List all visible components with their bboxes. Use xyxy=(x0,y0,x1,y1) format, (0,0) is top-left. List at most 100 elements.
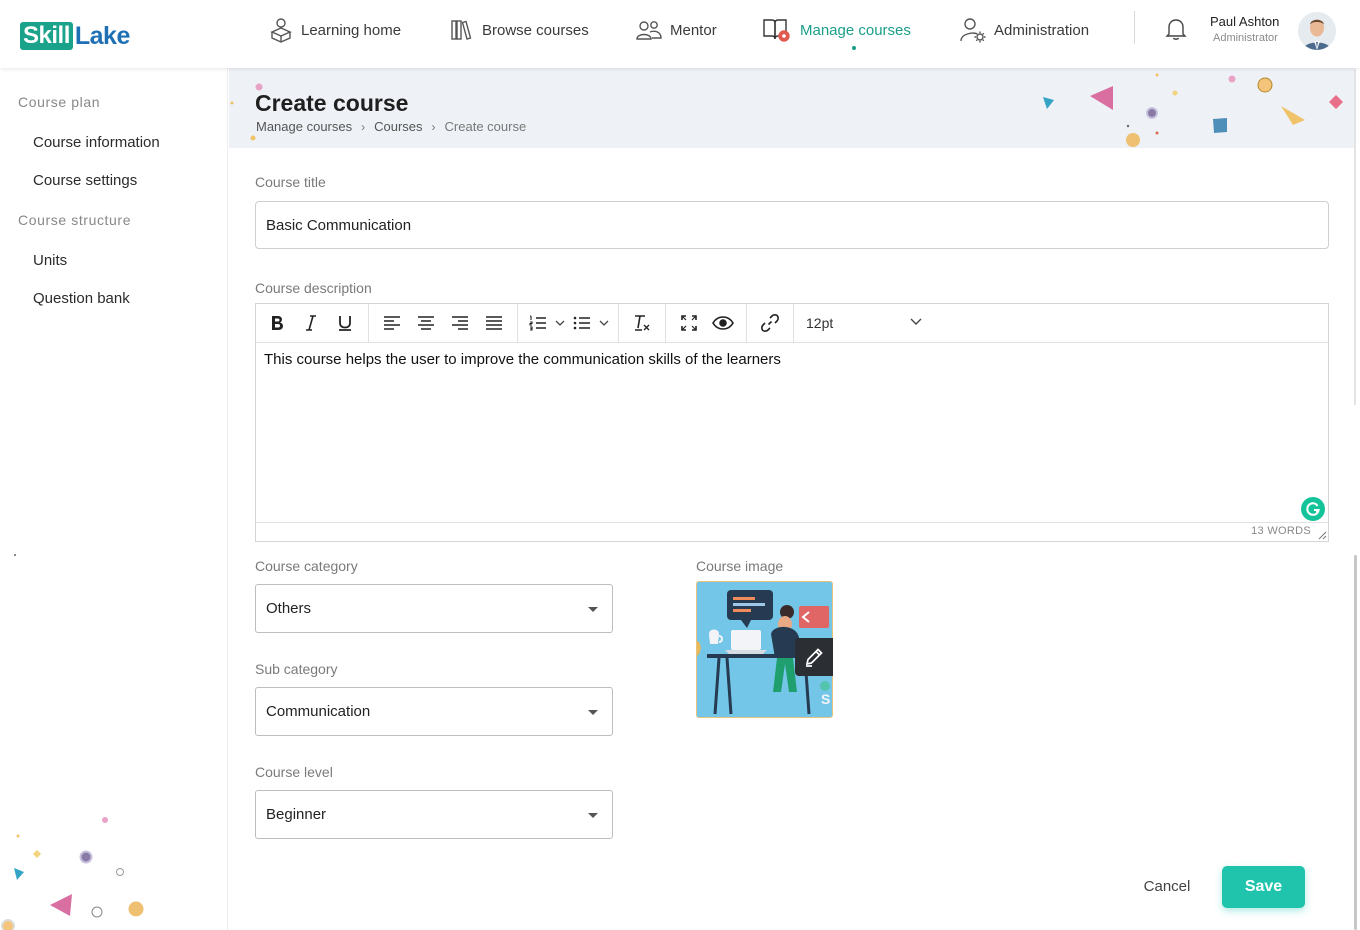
svg-text:S: S xyxy=(821,691,830,707)
caret-down-icon xyxy=(588,710,598,715)
save-button[interactable]: Save xyxy=(1222,866,1305,908)
resize-handle-icon[interactable] xyxy=(1317,530,1327,540)
logo-text-skill: Skill xyxy=(20,22,73,50)
user-role: Administrator xyxy=(1213,32,1278,44)
manage-courses-icon xyxy=(763,19,790,42)
nav-mentor[interactable]: Mentor xyxy=(636,14,717,46)
sidebar-item-question-bank[interactable]: Question bank xyxy=(33,290,130,307)
course-image-label: Course image xyxy=(696,558,784,574)
sub-category-label: Sub category xyxy=(255,661,338,677)
align-right-button[interactable] xyxy=(443,309,477,337)
cancel-button[interactable]: Cancel xyxy=(1131,868,1203,904)
toolbar-group-clear xyxy=(619,303,666,343)
font-size-value: 12pt xyxy=(806,315,834,331)
course-level-label: Course level xyxy=(255,764,333,780)
description-text-area[interactable]: This course helps the user to improve th… xyxy=(264,351,1318,368)
align-justify-icon xyxy=(486,316,502,330)
page-header: Create course Manage courses › Courses ›… xyxy=(229,68,1356,148)
books-icon xyxy=(451,20,472,40)
fullscreen-icon xyxy=(681,315,697,331)
course-title-label: Course title xyxy=(255,174,326,190)
nav-label: Browse courses xyxy=(482,21,589,39)
caret-down-icon xyxy=(588,607,598,612)
word-count: 13 WORDS xyxy=(1251,525,1311,537)
align-right-icon xyxy=(452,316,468,330)
notification-bell-icon[interactable] xyxy=(1165,17,1187,46)
insert-link-button[interactable] xyxy=(753,309,787,337)
sidebar-item-course-information[interactable]: Course information xyxy=(33,134,160,151)
italic-icon xyxy=(306,315,316,331)
align-justify-button[interactable] xyxy=(477,309,511,337)
clear-formatting-button[interactable] xyxy=(625,309,659,337)
sidebar-heading-course-plan: Course plan xyxy=(18,94,101,110)
sub-category-value: Communication xyxy=(266,703,371,720)
sidebar-item-units[interactable]: Units xyxy=(33,252,67,269)
chevron-down-icon xyxy=(910,318,922,325)
logo-text-lake: Lake xyxy=(74,22,130,50)
learning-home-icon xyxy=(270,18,292,43)
nav-label: Mentor xyxy=(670,21,717,39)
user-name[interactable]: Paul Ashton xyxy=(1210,14,1279,29)
underline-icon xyxy=(339,316,351,331)
course-category-value: Others xyxy=(266,600,312,617)
toolbar-group-view xyxy=(666,303,747,343)
editor-toolbar: 12pt xyxy=(256,303,1328,343)
eye-icon xyxy=(712,316,734,330)
bullet-list-button[interactable] xyxy=(568,309,596,337)
course-description-editor: 12pt This course helps the user to impro… xyxy=(255,303,1329,542)
nav-administration[interactable]: Administration xyxy=(960,14,1089,46)
sub-category-select[interactable]: Communication xyxy=(255,687,613,736)
admin-gear-icon xyxy=(960,18,986,43)
nav-learning-home[interactable]: Learning home xyxy=(269,14,401,46)
toolbar-group-text-style xyxy=(256,303,369,343)
align-center-button[interactable] xyxy=(409,309,443,337)
top-navbar: Skill Lake Learning home Browse courses … xyxy=(0,0,1360,68)
course-description-label: Course description xyxy=(255,280,372,296)
nav-manage-courses[interactable]: Manage courses xyxy=(762,14,911,46)
numbered-list-dropdown[interactable] xyxy=(552,309,568,337)
sidebar-dot-decoration xyxy=(14,554,16,556)
course-category-select[interactable]: Others xyxy=(255,584,613,633)
editor-status-bar: 13 WORDS xyxy=(256,522,1328,541)
preview-button[interactable] xyxy=(706,309,740,337)
nav-label: Learning home xyxy=(301,21,402,39)
grammarly-icon[interactable] xyxy=(1301,497,1325,521)
chevron-down-icon xyxy=(555,320,565,326)
align-left-button[interactable] xyxy=(375,309,409,337)
nav-divider xyxy=(1134,11,1135,44)
sidebar-confetti-decoration xyxy=(1,817,144,930)
header-confetti-decoration xyxy=(230,73,1343,147)
toolbar-group-link xyxy=(747,303,794,343)
numbered-list-button[interactable] xyxy=(524,309,552,337)
edit-image-button[interactable] xyxy=(795,638,833,676)
nav-label: Manage courses xyxy=(800,21,911,39)
scroll-track xyxy=(1354,70,1356,405)
toolbar-group-lists xyxy=(518,303,619,343)
chevron-down-icon xyxy=(599,320,609,326)
pencil-icon xyxy=(805,648,823,667)
mentor-icon xyxy=(636,21,662,40)
course-title-input[interactable] xyxy=(255,201,1329,249)
bullet-list-icon xyxy=(573,316,590,330)
clear-formatting-icon xyxy=(635,315,650,331)
user-avatar[interactable] xyxy=(1298,12,1336,50)
fullscreen-button[interactable] xyxy=(672,309,706,337)
font-size-dropdown[interactable]: 12pt xyxy=(794,304,934,343)
active-nav-indicator xyxy=(852,46,856,50)
course-category-label: Course category xyxy=(255,558,358,574)
align-center-icon xyxy=(418,316,434,330)
course-level-select[interactable]: Beginner xyxy=(255,790,613,839)
sidebar-heading-course-structure: Course structure xyxy=(18,212,132,228)
page-scrollbar-thumb[interactable] xyxy=(1354,555,1357,930)
underline-button[interactable] xyxy=(328,309,362,337)
skilllake-logo[interactable]: Skill Lake xyxy=(20,22,130,50)
nav-label: Administration xyxy=(994,21,1090,39)
bold-button[interactable] xyxy=(260,309,294,337)
course-sidebar: Course plan Course information Course se… xyxy=(0,68,228,930)
align-left-icon xyxy=(384,316,400,330)
sidebar-item-course-settings[interactable]: Course settings xyxy=(33,172,137,189)
link-icon xyxy=(761,314,779,332)
nav-browse-courses[interactable]: Browse courses xyxy=(450,14,589,46)
bullet-list-dropdown[interactable] xyxy=(596,309,612,337)
italic-button[interactable] xyxy=(294,309,328,337)
